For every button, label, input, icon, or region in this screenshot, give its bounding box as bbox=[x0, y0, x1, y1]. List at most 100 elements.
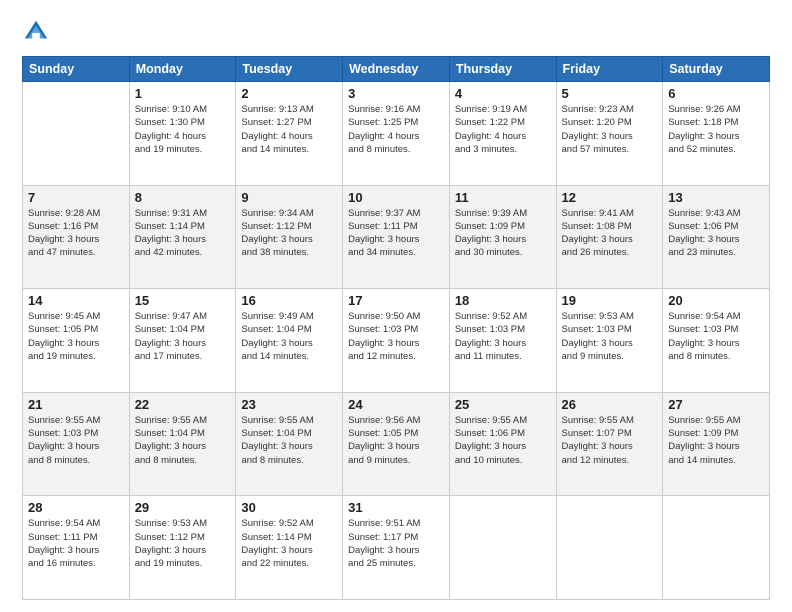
day-info: Sunrise: 9:55 AM Sunset: 1:09 PM Dayligh… bbox=[668, 414, 764, 467]
day-header-wednesday: Wednesday bbox=[343, 57, 450, 82]
calendar-cell: 7 Sunrise: 9:28 AM Sunset: 1:16 PM Daylig… bbox=[23, 185, 130, 289]
calendar-week-3: 14 Sunrise: 9:45 AM Sunset: 1:05 PM Dayli… bbox=[23, 289, 770, 393]
day-info: Sunrise: 9:47 AM Sunset: 1:04 PM Dayligh… bbox=[135, 310, 231, 363]
page: SundayMondayTuesdayWednesdayThursdayFrid… bbox=[0, 0, 792, 612]
day-info: Sunrise: 9:52 AM Sunset: 1:03 PM Dayligh… bbox=[455, 310, 551, 363]
calendar-cell: 14 Sunrise: 9:45 AM Sunset: 1:05 PM Dayli… bbox=[23, 289, 130, 393]
calendar-cell: 18 Sunrise: 9:52 AM Sunset: 1:03 PM Dayli… bbox=[449, 289, 556, 393]
day-info: Sunrise: 9:39 AM Sunset: 1:09 PM Dayligh… bbox=[455, 207, 551, 260]
calendar-week-5: 28 Sunrise: 9:54 AM Sunset: 1:11 PM Dayli… bbox=[23, 496, 770, 600]
day-info: Sunrise: 9:10 AM Sunset: 1:30 PM Dayligh… bbox=[135, 103, 231, 156]
day-number: 20 bbox=[668, 293, 764, 308]
day-header-saturday: Saturday bbox=[663, 57, 770, 82]
day-number: 9 bbox=[241, 190, 337, 205]
calendar-cell bbox=[556, 496, 663, 600]
day-header-monday: Monday bbox=[129, 57, 236, 82]
day-number: 26 bbox=[562, 397, 658, 412]
day-info: Sunrise: 9:52 AM Sunset: 1:14 PM Dayligh… bbox=[241, 517, 337, 570]
logo bbox=[22, 18, 54, 46]
day-info: Sunrise: 9:26 AM Sunset: 1:18 PM Dayligh… bbox=[668, 103, 764, 156]
calendar-cell: 4 Sunrise: 9:19 AM Sunset: 1:22 PM Daylig… bbox=[449, 82, 556, 186]
day-number: 18 bbox=[455, 293, 551, 308]
day-info: Sunrise: 9:53 AM Sunset: 1:03 PM Dayligh… bbox=[562, 310, 658, 363]
calendar-cell: 25 Sunrise: 9:55 AM Sunset: 1:06 PM Dayli… bbox=[449, 392, 556, 496]
day-info: Sunrise: 9:55 AM Sunset: 1:04 PM Dayligh… bbox=[241, 414, 337, 467]
day-number: 22 bbox=[135, 397, 231, 412]
calendar-cell: 17 Sunrise: 9:50 AM Sunset: 1:03 PM Dayli… bbox=[343, 289, 450, 393]
calendar-cell: 1 Sunrise: 9:10 AM Sunset: 1:30 PM Daylig… bbox=[129, 82, 236, 186]
day-number: 21 bbox=[28, 397, 124, 412]
day-info: Sunrise: 9:50 AM Sunset: 1:03 PM Dayligh… bbox=[348, 310, 444, 363]
calendar-cell: 28 Sunrise: 9:54 AM Sunset: 1:11 PM Dayli… bbox=[23, 496, 130, 600]
day-info: Sunrise: 9:45 AM Sunset: 1:05 PM Dayligh… bbox=[28, 310, 124, 363]
day-number: 1 bbox=[135, 86, 231, 101]
day-info: Sunrise: 9:37 AM Sunset: 1:11 PM Dayligh… bbox=[348, 207, 444, 260]
day-info: Sunrise: 9:43 AM Sunset: 1:06 PM Dayligh… bbox=[668, 207, 764, 260]
day-number: 16 bbox=[241, 293, 337, 308]
calendar-cell: 19Sunrise: 9:53 AM Sunset: 1:03 PM Dayli… bbox=[556, 289, 663, 393]
calendar-cell: 11Sunrise: 9:39 AM Sunset: 1:09 PM Dayli… bbox=[449, 185, 556, 289]
day-info: Sunrise: 9:16 AM Sunset: 1:25 PM Dayligh… bbox=[348, 103, 444, 156]
calendar-cell: 12 Sunrise: 9:41 AM Sunset: 1:08 PM Dayli… bbox=[556, 185, 663, 289]
calendar-cell: 23 Sunrise: 9:55 AM Sunset: 1:04 PM Dayli… bbox=[236, 392, 343, 496]
calendar-cell: 2 Sunrise: 9:13 AM Sunset: 1:27 PM Daylig… bbox=[236, 82, 343, 186]
day-number: 17 bbox=[348, 293, 444, 308]
day-info: Sunrise: 9:19 AM Sunset: 1:22 PM Dayligh… bbox=[455, 103, 551, 156]
calendar-cell bbox=[449, 496, 556, 600]
day-info: Sunrise: 9:55 AM Sunset: 1:03 PM Dayligh… bbox=[28, 414, 124, 467]
day-number: 28 bbox=[28, 500, 124, 515]
day-info: Sunrise: 9:55 AM Sunset: 1:07 PM Dayligh… bbox=[562, 414, 658, 467]
calendar-cell bbox=[23, 82, 130, 186]
day-number: 12 bbox=[562, 190, 658, 205]
day-number: 5 bbox=[562, 86, 658, 101]
day-number: 30 bbox=[241, 500, 337, 515]
day-header-friday: Friday bbox=[556, 57, 663, 82]
day-number: 25 bbox=[455, 397, 551, 412]
day-number: 23 bbox=[241, 397, 337, 412]
day-info: Sunrise: 9:13 AM Sunset: 1:27 PM Dayligh… bbox=[241, 103, 337, 156]
day-number: 15 bbox=[135, 293, 231, 308]
day-number: 4 bbox=[455, 86, 551, 101]
day-info: Sunrise: 9:34 AM Sunset: 1:12 PM Dayligh… bbox=[241, 207, 337, 260]
day-info: Sunrise: 9:28 AM Sunset: 1:16 PM Dayligh… bbox=[28, 207, 124, 260]
day-info: Sunrise: 9:51 AM Sunset: 1:17 PM Dayligh… bbox=[348, 517, 444, 570]
calendar-cell: 20 Sunrise: 9:54 AM Sunset: 1:03 PM Dayli… bbox=[663, 289, 770, 393]
day-info: Sunrise: 9:54 AM Sunset: 1:11 PM Dayligh… bbox=[28, 517, 124, 570]
calendar-cell: 31 Sunrise: 9:51 AM Sunset: 1:17 PM Dayli… bbox=[343, 496, 450, 600]
day-info: Sunrise: 9:49 AM Sunset: 1:04 PM Dayligh… bbox=[241, 310, 337, 363]
day-info: Sunrise: 9:55 AM Sunset: 1:06 PM Dayligh… bbox=[455, 414, 551, 467]
calendar-cell: 6 Sunrise: 9:26 AM Sunset: 1:18 PM Daylig… bbox=[663, 82, 770, 186]
day-number: 6 bbox=[668, 86, 764, 101]
calendar-week-1: 1 Sunrise: 9:10 AM Sunset: 1:30 PM Daylig… bbox=[23, 82, 770, 186]
calendar-week-4: 21 Sunrise: 9:55 AM Sunset: 1:03 PM Dayli… bbox=[23, 392, 770, 496]
day-number: 27 bbox=[668, 397, 764, 412]
calendar-cell: 13 Sunrise: 9:43 AM Sunset: 1:06 PM Dayli… bbox=[663, 185, 770, 289]
calendar-cell: 30 Sunrise: 9:52 AM Sunset: 1:14 PM Dayli… bbox=[236, 496, 343, 600]
header bbox=[22, 18, 770, 46]
calendar-cell: 27 Sunrise: 9:55 AM Sunset: 1:09 PM Dayli… bbox=[663, 392, 770, 496]
day-info: Sunrise: 9:54 AM Sunset: 1:03 PM Dayligh… bbox=[668, 310, 764, 363]
calendar-cell: 5 Sunrise: 9:23 AM Sunset: 1:20 PM Daylig… bbox=[556, 82, 663, 186]
day-number: 13 bbox=[668, 190, 764, 205]
day-info: Sunrise: 9:56 AM Sunset: 1:05 PM Dayligh… bbox=[348, 414, 444, 467]
calendar-header-row: SundayMondayTuesdayWednesdayThursdayFrid… bbox=[23, 57, 770, 82]
day-number: 7 bbox=[28, 190, 124, 205]
calendar-cell: 10 Sunrise: 9:37 AM Sunset: 1:11 PM Dayli… bbox=[343, 185, 450, 289]
day-number: 14 bbox=[28, 293, 124, 308]
calendar-week-2: 7 Sunrise: 9:28 AM Sunset: 1:16 PM Daylig… bbox=[23, 185, 770, 289]
calendar-cell: 3Sunrise: 9:16 AM Sunset: 1:25 PM Daylig… bbox=[343, 82, 450, 186]
day-header-tuesday: Tuesday bbox=[236, 57, 343, 82]
day-info: Sunrise: 9:23 AM Sunset: 1:20 PM Dayligh… bbox=[562, 103, 658, 156]
day-info: Sunrise: 9:41 AM Sunset: 1:08 PM Dayligh… bbox=[562, 207, 658, 260]
calendar-cell bbox=[663, 496, 770, 600]
calendar-cell: 24Sunrise: 9:56 AM Sunset: 1:05 PM Dayli… bbox=[343, 392, 450, 496]
day-number: 2 bbox=[241, 86, 337, 101]
day-number: 10 bbox=[348, 190, 444, 205]
day-info: Sunrise: 9:31 AM Sunset: 1:14 PM Dayligh… bbox=[135, 207, 231, 260]
calendar-cell: 26 Sunrise: 9:55 AM Sunset: 1:07 PM Dayli… bbox=[556, 392, 663, 496]
day-number: 31 bbox=[348, 500, 444, 515]
calendar-cell: 21 Sunrise: 9:55 AM Sunset: 1:03 PM Dayli… bbox=[23, 392, 130, 496]
calendar-cell: 29Sunrise: 9:53 AM Sunset: 1:12 PM Dayli… bbox=[129, 496, 236, 600]
calendar-cell: 22Sunrise: 9:55 AM Sunset: 1:04 PM Dayli… bbox=[129, 392, 236, 496]
day-info: Sunrise: 9:53 AM Sunset: 1:12 PM Dayligh… bbox=[135, 517, 231, 570]
